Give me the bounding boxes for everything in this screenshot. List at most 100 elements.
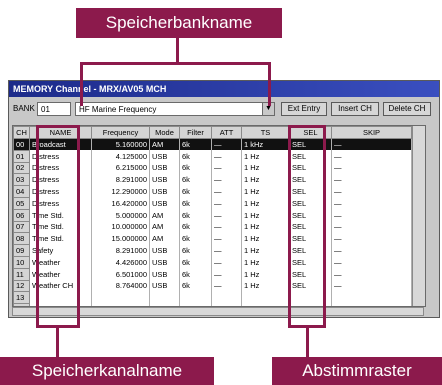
cell-ch[interactable]: 08 — [13, 232, 30, 246]
column-header-skip[interactable]: SKIP — [331, 126, 412, 139]
cell-ch[interactable]: 03 — [13, 173, 30, 187]
cell-mode[interactable]: USB — [149, 150, 180, 163]
cell-ch[interactable]: 02 — [13, 161, 30, 175]
column-header-att[interactable]: ATT — [211, 126, 242, 139]
cell-mode[interactable]: USB — [149, 244, 180, 257]
cell-skip[interactable]: — — [331, 162, 412, 174]
cell-skip[interactable]: — — [331, 256, 412, 269]
cell-skip[interactable]: — — [331, 232, 412, 245]
cell-freq[interactable]: 8.764000 — [91, 280, 150, 292]
cell-ts[interactable]: 1 Hz — [241, 185, 290, 198]
cell-freq[interactable]: 4.125000 — [91, 150, 150, 163]
column-header-ts[interactable]: TS — [241, 126, 290, 139]
cell-skip[interactable]: — — [331, 209, 412, 222]
cell-mode[interactable]: AM — [149, 209, 180, 222]
cell-mode[interactable]: AM — [149, 232, 180, 245]
cell-att[interactable]: — — [211, 209, 242, 222]
cell-ts[interactable]: 1 Hz — [241, 221, 290, 233]
cell-filter[interactable]: 6k — [179, 162, 212, 174]
cell-ch[interactable]: 07 — [13, 220, 30, 234]
cell-att[interactable]: — — [211, 162, 242, 174]
cell-att[interactable]: — — [211, 173, 242, 186]
cell-skip[interactable]: — — [331, 221, 412, 233]
cell-freq[interactable] — [91, 291, 150, 304]
cell-skip[interactable]: — — [331, 197, 412, 210]
cell-ts[interactable]: 1 Hz — [241, 268, 290, 281]
cell-freq[interactable]: 10.000000 — [91, 221, 150, 233]
bank-number-field[interactable]: 01 — [37, 102, 71, 116]
cell-skip[interactable]: — — [331, 185, 412, 198]
cell-skip[interactable] — [331, 291, 412, 304]
cell-ts[interactable]: 1 Hz — [241, 232, 290, 245]
cell-ts[interactable]: 1 Hz — [241, 244, 290, 257]
cell-skip[interactable]: — — [331, 150, 412, 163]
cell-filter[interactable]: 6k — [179, 280, 212, 292]
cell-att[interactable]: — — [211, 197, 242, 210]
cell-filter[interactable]: 6k — [179, 197, 212, 210]
cell-ch[interactable]: 04 — [13, 185, 30, 198]
cell-freq[interactable]: 5.160000 — [91, 138, 150, 151]
cell-ch[interactable]: 06 — [13, 208, 30, 222]
cell-ts[interactable]: 1 Hz — [241, 162, 290, 174]
bank-name-select[interactable]: HF Marine Frequency ▼ — [75, 102, 275, 116]
cell-ts[interactable]: 1 Hz — [241, 197, 290, 210]
column-header-frequency[interactable]: Frequency — [91, 126, 150, 139]
cell-freq[interactable]: 4.426000 — [91, 256, 150, 269]
cell-att[interactable]: — — [211, 150, 242, 163]
cell-ch[interactable]: 05 — [13, 196, 30, 210]
cell-filter[interactable]: 6k — [179, 244, 212, 257]
cell-mode[interactable]: USB — [149, 173, 180, 186]
cell-skip[interactable]: — — [331, 244, 412, 257]
cell-mode[interactable]: AM — [149, 221, 180, 233]
cell-skip[interactable]: — — [331, 138, 412, 151]
cell-mode[interactable]: USB — [149, 162, 180, 174]
delete-ch-button[interactable]: Delete CH — [383, 102, 431, 116]
cell-att[interactable]: — — [211, 256, 242, 269]
cell-skip[interactable]: — — [331, 280, 412, 292]
ext-entry-button[interactable]: Ext Entry — [281, 102, 327, 116]
cell-freq[interactable]: 6.215000 — [91, 162, 150, 174]
cell-mode[interactable]: AM — [149, 138, 180, 151]
cell-att[interactable]: — — [211, 221, 242, 233]
cell-ch[interactable]: 11 — [13, 267, 30, 281]
cell-mode[interactable]: USB — [149, 268, 180, 281]
cell-ch[interactable]: 01 — [13, 149, 30, 163]
cell-mode[interactable]: USB — [149, 185, 180, 198]
cell-att[interactable]: — — [211, 280, 242, 292]
cell-att[interactable]: — — [211, 232, 242, 245]
cell-att[interactable]: — — [211, 268, 242, 281]
column-header-mode[interactable]: Mode — [149, 126, 180, 139]
column-header-ch[interactable]: CH — [13, 126, 30, 139]
cell-filter[interactable]: 6k — [179, 256, 212, 269]
cell-att[interactable] — [211, 291, 242, 304]
cell-skip[interactable]: — — [331, 268, 412, 281]
cell-att[interactable]: — — [211, 138, 242, 151]
cell-freq[interactable]: 8.291000 — [91, 244, 150, 257]
vertical-scrollbar[interactable] — [412, 126, 425, 306]
cell-ts[interactable] — [241, 291, 290, 304]
cell-ch[interactable]: 00 — [13, 138, 30, 151]
cell-att[interactable]: — — [211, 185, 242, 198]
cell-ts[interactable]: 1 Hz — [241, 150, 290, 163]
cell-filter[interactable]: 6k — [179, 209, 212, 222]
cell-ch[interactable]: 12 — [13, 279, 30, 293]
cell-ts[interactable]: 1 Hz — [241, 209, 290, 222]
cell-mode[interactable] — [149, 291, 180, 304]
cell-filter[interactable]: 6k — [179, 221, 212, 233]
cell-freq[interactable]: 5.000000 — [91, 209, 150, 222]
cell-freq[interactable]: 16.420000 — [91, 197, 150, 210]
cell-ch[interactable]: 09 — [13, 244, 30, 257]
cell-freq[interactable]: 15.000000 — [91, 232, 150, 245]
cell-filter[interactable]: 6k — [179, 268, 212, 281]
cell-ts[interactable]: 1 Hz — [241, 173, 290, 186]
cell-freq[interactable]: 12.290000 — [91, 185, 150, 198]
cell-ts[interactable]: 1 Hz — [241, 280, 290, 292]
insert-ch-button[interactable]: Insert CH — [331, 102, 379, 116]
cell-mode[interactable]: USB — [149, 256, 180, 269]
cell-ch[interactable]: 10 — [13, 255, 30, 269]
column-header-filter[interactable]: Filter — [179, 126, 212, 139]
cell-filter[interactable]: 6k — [179, 173, 212, 186]
cell-ch[interactable]: 13 — [13, 291, 30, 305]
cell-freq[interactable]: 8.291000 — [91, 173, 150, 186]
cell-mode[interactable]: USB — [149, 280, 180, 292]
